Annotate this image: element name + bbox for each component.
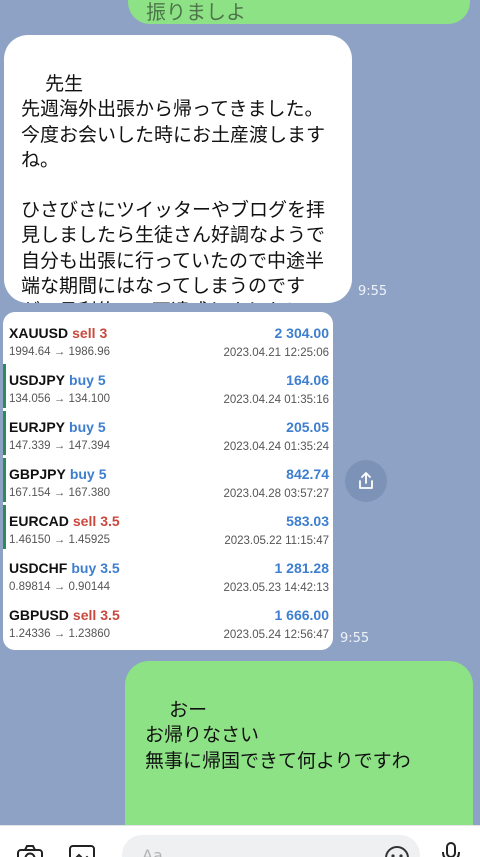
mic-icon[interactable] xyxy=(440,842,462,857)
trade-row: EURJPY buy 5 147.339 → 147.394 205.05 2023.04… xyxy=(3,409,333,456)
trade-row: GBPJPY buy 5 167.154 → 167.380 842.74 2023.04… xyxy=(3,456,333,503)
trade-symbol-name: EURJPY xyxy=(9,419,66,435)
trade-symbol-name: GBPUSD xyxy=(9,607,69,623)
trade-symbol: GBPUSD sell 3.5 xyxy=(9,607,120,623)
trade-row-marker xyxy=(3,364,6,408)
chat-area[interactable]: 振りましよ 先生 先週海外出張から帰ってきました。 今度お会いした時にお土産渡し… xyxy=(0,0,480,830)
trade-side: sell xyxy=(72,607,97,623)
trade-symbol-name: XAUUSD xyxy=(9,325,69,341)
trade-lots: 3.5 xyxy=(100,513,120,529)
trade-row-marker xyxy=(3,505,6,549)
trade-prices: 1.46150 → 1.45925 xyxy=(9,534,111,546)
sent-message-text: おー お帰りなさい 無事に帰国できて何よりですわ 月利100万達成おめです xyxy=(145,698,411,831)
trade-profit: 842.74 xyxy=(286,466,329,482)
received-message-text: 先生 先週海外出張から帰ってきました。 今度お会いした時にお土産渡しますね。 ひ… xyxy=(21,73,326,303)
trade-symbol-name: USDJPY xyxy=(9,372,66,388)
trade-date: 2023.05.23 14:42:13 xyxy=(223,582,329,594)
trade-symbol: GBPJPY buy 5 xyxy=(9,466,107,482)
trade-prices: 1994.64 → 1986.96 xyxy=(9,346,111,358)
trade-side: buy xyxy=(69,466,95,482)
trade-lots: 3 xyxy=(99,325,108,341)
trade-row: USDCHF buy 3.5 0.89814 → 0.90144 1 281.28 202… xyxy=(3,550,333,597)
trade-row-marker xyxy=(3,411,6,455)
trade-prices: 134.056 → 134.100 xyxy=(9,393,111,405)
trade-profit: 205.05 xyxy=(286,419,329,435)
share-button[interactable] xyxy=(345,460,387,502)
trade-lots: 3.5 xyxy=(100,560,120,576)
trade-prices: 147.339 → 147.394 xyxy=(9,440,111,452)
image-icon[interactable] xyxy=(68,844,96,857)
trade-symbol: USDCHF buy 3.5 xyxy=(9,560,120,576)
trade-symbol-name: EURCAD xyxy=(9,513,69,529)
message-input[interactable]: Aa xyxy=(122,835,420,857)
trade-row: XAUUSD sell 3 1994.64 → 1986.96 2 304.00 2023… xyxy=(3,315,333,362)
trade-date: 2023.04.24 01:35:16 xyxy=(223,394,329,406)
trade-symbol: EURCAD sell 3.5 xyxy=(9,513,120,529)
trade-profit: 2 304.00 xyxy=(274,325,330,341)
trade-lots: 5 xyxy=(97,419,106,435)
trade-date: 2023.05.24 12:56:47 xyxy=(223,629,329,641)
trade-lots: 5 xyxy=(97,372,106,388)
trade-symbol-name: USDCHF xyxy=(9,560,68,576)
trade-profit: 1 281.28 xyxy=(274,560,330,576)
trade-side: buy xyxy=(71,560,97,576)
received-message-time: 9:55 xyxy=(358,284,388,299)
sent-message-text-top: 振りましよ xyxy=(146,0,246,24)
trade-symbol: EURJPY buy 5 xyxy=(9,419,106,435)
trade-date: 2023.04.28 03:57:27 xyxy=(223,488,329,500)
trade-lots: 5 xyxy=(98,466,107,482)
trade-symbol: XAUUSD sell 3 xyxy=(9,325,107,341)
trade-lots: 3.5 xyxy=(100,607,120,623)
trade-side: sell xyxy=(72,513,97,529)
trade-profit: 1 666.00 xyxy=(274,607,330,623)
trade-date: 2023.04.24 01:35:24 xyxy=(223,441,329,453)
trade-history-image[interactable]: XAUUSD sell 3 1994.64 → 1986.96 2 304.00 2023… xyxy=(3,312,333,650)
trade-side: sell xyxy=(72,325,96,341)
trade-row: GBPUSD sell 3.5 1.24336 → 1.23860 1 666.00 20… xyxy=(3,597,333,644)
trade-profit: 583.03 xyxy=(286,513,329,529)
emoji-icon[interactable] xyxy=(384,845,410,857)
sent-message-bubble[interactable]: おー お帰りなさい 無事に帰国できて何よりですわ 月利100万達成おめです xyxy=(125,661,473,830)
trade-date: 2023.05.22 11:15:47 xyxy=(224,535,329,547)
trade-prices: 167.154 → 167.380 xyxy=(9,487,111,499)
message-input-placeholder: Aa xyxy=(142,846,163,857)
trade-profit: 164.06 xyxy=(286,372,329,388)
trade-prices: 0.89814 → 0.90144 xyxy=(9,581,111,593)
received-message-bubble[interactable]: 先生 先週海外出張から帰ってきました。 今度お会いした時にお土産渡しますね。 ひ… xyxy=(4,35,352,303)
trade-row-marker xyxy=(3,458,6,502)
trade-row: EURCAD sell 3.5 1.46150 → 1.45925 583.03 2023… xyxy=(3,503,333,550)
trade-prices: 1.24336 → 1.23860 xyxy=(9,628,111,640)
trade-side: buy xyxy=(69,372,94,388)
trade-symbol: USDJPY buy 5 xyxy=(9,372,106,388)
trade-symbol-name: GBPJPY xyxy=(9,466,66,482)
image-message-time: 9:55 xyxy=(340,631,370,646)
trade-side: buy xyxy=(69,419,94,435)
camera-icon[interactable] xyxy=(16,844,44,857)
sent-message-bubble-top[interactable]: 振りましよ xyxy=(128,0,470,24)
trade-row: USDJPY buy 5 134.056 → 134.100 164.06 2023.04… xyxy=(3,362,333,409)
share-icon xyxy=(359,472,373,489)
message-input-bar: Aa xyxy=(0,825,480,857)
trade-date: 2023.04.21 12:25:06 xyxy=(223,347,329,359)
